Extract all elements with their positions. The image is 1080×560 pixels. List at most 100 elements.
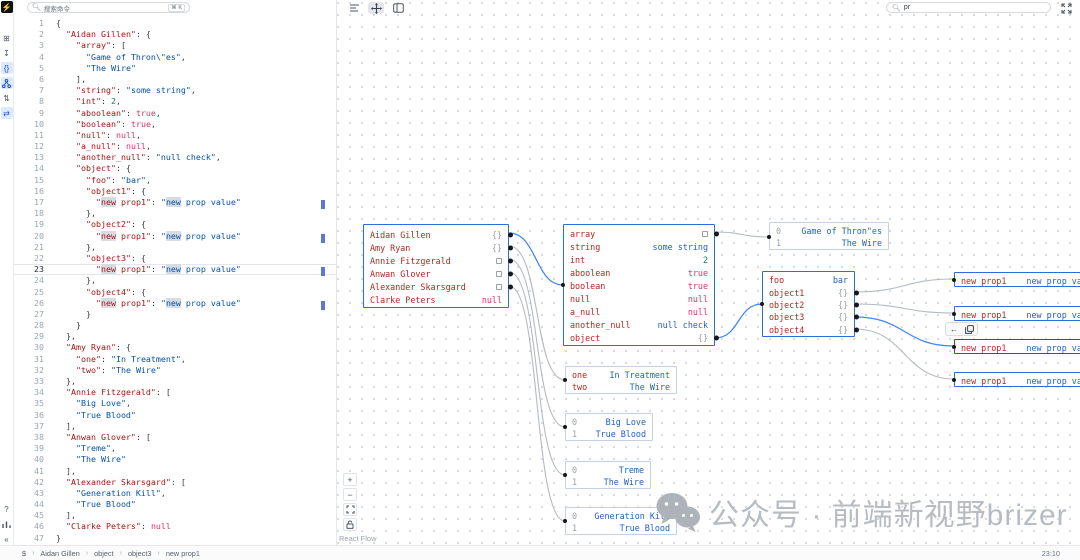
sort-icon[interactable]: ⇅ bbox=[1, 92, 13, 104]
code-line[interactable]: 29 }, bbox=[14, 331, 336, 342]
code-line[interactable]: 40 "The Wire" bbox=[14, 454, 336, 465]
code-line[interactable]: 41 ], bbox=[14, 466, 336, 477]
node-row[interactable]: 0Big Love bbox=[572, 416, 646, 428]
code-line[interactable]: 11 "null": null, bbox=[14, 130, 336, 141]
edge[interactable] bbox=[509, 286, 565, 521]
code-line[interactable]: 25 "object4": { bbox=[14, 287, 336, 298]
edge[interactable] bbox=[509, 272, 565, 475]
node-row[interactable]: Clarke Petersnull bbox=[370, 293, 502, 306]
breadcrumb-item[interactable]: object bbox=[94, 549, 113, 558]
edge[interactable] bbox=[855, 279, 954, 292]
node-row[interactable]: new prop1new prop value bbox=[961, 310, 1080, 319]
edge-handle[interactable] bbox=[714, 335, 719, 340]
edge-handle[interactable] bbox=[563, 473, 567, 477]
node-object[interactable]: foobarobject1{}object2{}object3{}object4… bbox=[762, 271, 855, 337]
code-line[interactable]: 13 "another_null": "null check", bbox=[14, 152, 336, 163]
code-line[interactable]: 8 "int": 2, bbox=[14, 96, 336, 107]
code-line[interactable]: 26 "new prop1": "new prop value" bbox=[14, 298, 336, 309]
zoom-in-button[interactable]: + bbox=[343, 473, 357, 486]
code-line[interactable]: 27 } bbox=[14, 309, 336, 320]
code-line[interactable]: 9 "aboolean": true, bbox=[14, 108, 336, 119]
code-line[interactable]: 39 "Treme", bbox=[14, 443, 336, 454]
back-button[interactable]: ← bbox=[948, 324, 960, 335]
node-row[interactable]: 1The Wire bbox=[776, 237, 882, 249]
node-row[interactable]: new prop1new prop value bbox=[961, 343, 1080, 352]
node-anwan-glover[interactable]: 0Treme1The Wire bbox=[565, 461, 651, 489]
code-line[interactable]: 4 "Game of Thron\"es", bbox=[14, 52, 336, 63]
edge-handle[interactable] bbox=[854, 327, 859, 332]
node-row[interactable]: object3{} bbox=[769, 311, 848, 323]
edge-handle[interactable] bbox=[508, 258, 513, 263]
node-row[interactable]: object1{} bbox=[769, 286, 848, 298]
edge-handle[interactable] bbox=[854, 290, 859, 295]
node-row[interactable]: foobar bbox=[769, 274, 848, 286]
node-object1-prop[interactable]: new prop1new prop value bbox=[954, 272, 1080, 287]
node-aidan-gillen[interactable]: arraystringsome stringint2abooleantruebo… bbox=[563, 224, 715, 346]
code-line[interactable]: 12 "a_null": null, bbox=[14, 141, 336, 152]
stats-icon[interactable] bbox=[1, 518, 13, 530]
node-row[interactable]: 1True Blood bbox=[572, 522, 670, 534]
node-row[interactable]: stringsome string bbox=[570, 241, 708, 254]
code-line[interactable]: 36 "True Blood" bbox=[14, 410, 336, 421]
flow-search-input[interactable]: 🔍︎ pr bbox=[886, 2, 1051, 13]
code-line[interactable]: 33 }, bbox=[14, 376, 336, 387]
node-root[interactable]: Aidan Gillen{}Amy Ryan{}Annie Fitzgerald… bbox=[363, 224, 509, 308]
node-row[interactable]: 0Treme bbox=[572, 464, 644, 476]
node-row[interactable]: new prop1new prop value bbox=[961, 276, 1080, 285]
code-line[interactable]: 10 "boolean": true, bbox=[14, 119, 336, 130]
download-icon[interactable]: ↧ bbox=[1, 47, 13, 59]
fullscreen-icon[interactable] bbox=[1059, 2, 1073, 14]
code-line[interactable]: 30 "Amy Ryan": { bbox=[14, 342, 336, 353]
code-line[interactable]: 37 ], bbox=[14, 421, 336, 432]
compare-icon[interactable]: ⇄ bbox=[1, 107, 13, 119]
code-line[interactable]: 31 "one": "In Treatment", bbox=[14, 354, 336, 365]
node-row[interactable]: nullnull bbox=[570, 292, 708, 305]
code-line[interactable]: 32 "two": "The Wire" bbox=[14, 365, 336, 376]
code-line[interactable]: 47} bbox=[14, 533, 336, 544]
code-line[interactable]: 6 ], bbox=[14, 74, 336, 85]
edge-handle[interactable] bbox=[952, 378, 956, 382]
edge-handle[interactable] bbox=[508, 271, 513, 276]
help-icon[interactable]: ? bbox=[1, 503, 13, 515]
copy-icon[interactable] bbox=[963, 324, 975, 335]
edge-handle[interactable] bbox=[563, 425, 567, 429]
code-line[interactable]: 19 "object2": { bbox=[14, 219, 336, 230]
code-line[interactable]: 23 "new prop1": "new prop value" bbox=[14, 264, 336, 275]
react-flow-canvas[interactable]: 🔍︎ pr Aidan Gillen{}Amy Ryan{}Annie Fitz… bbox=[336, 0, 1080, 545]
node-object2-prop[interactable]: new prop1new prop value bbox=[954, 306, 1080, 321]
node-row[interactable]: Alexander Skarsgard bbox=[370, 280, 502, 293]
code-line[interactable]: 28 } bbox=[14, 320, 336, 331]
node-row[interactable]: booleantrue bbox=[570, 280, 708, 293]
code-line[interactable]: 16 "object1": { bbox=[14, 186, 336, 197]
breadcrumb-item[interactable]: new prop1 bbox=[166, 549, 200, 558]
node-row[interactable]: new prop1new prop value bbox=[961, 376, 1080, 385]
collapse-icon[interactable]: « bbox=[1, 533, 13, 545]
node-amy-ryan[interactable]: oneIn TreatmenttwoThe Wire bbox=[565, 366, 677, 394]
node-row[interactable]: object{} bbox=[570, 331, 708, 344]
edge-handle[interactable] bbox=[508, 232, 513, 237]
edge[interactable] bbox=[855, 317, 954, 346]
node-row[interactable]: twoThe Wire bbox=[572, 381, 670, 393]
node-row[interactable]: 1True Blood bbox=[572, 428, 646, 440]
node-object3-prop-selected[interactable]: new prop1new prop value bbox=[954, 339, 1080, 354]
align-lines-icon[interactable] bbox=[346, 2, 362, 14]
lock-icon[interactable] bbox=[343, 518, 357, 531]
edge-handle[interactable] bbox=[508, 245, 513, 250]
graph-icon[interactable] bbox=[1, 77, 13, 89]
node-aidan-array[interactable]: 0Game of Thron"es1The Wire bbox=[769, 222, 889, 250]
node-row[interactable]: 0Generation Kill bbox=[572, 510, 670, 522]
edge-handle[interactable] bbox=[563, 378, 567, 382]
edge[interactable] bbox=[509, 246, 565, 380]
node-row[interactable]: Amy Ryan{} bbox=[370, 241, 502, 254]
code-line[interactable]: 22 "object3": { bbox=[14, 253, 336, 264]
code-line[interactable]: 21 }, bbox=[14, 242, 336, 253]
node-row[interactable]: Aidan Gillen{} bbox=[370, 228, 502, 241]
code-line[interactable]: 35 "Big Love", bbox=[14, 398, 336, 409]
edge[interactable] bbox=[715, 232, 769, 237]
node-row[interactable]: 0Game of Thron"es bbox=[776, 225, 882, 237]
edge-handle[interactable] bbox=[760, 302, 764, 306]
node-row[interactable]: a_nullnull bbox=[570, 305, 708, 318]
editor-code[interactable]: 1{2 "Aidan Gillen": {3 "array": [4 "Game… bbox=[14, 18, 336, 544]
edge-handle[interactable] bbox=[952, 345, 956, 349]
edge-handle[interactable] bbox=[561, 283, 565, 287]
